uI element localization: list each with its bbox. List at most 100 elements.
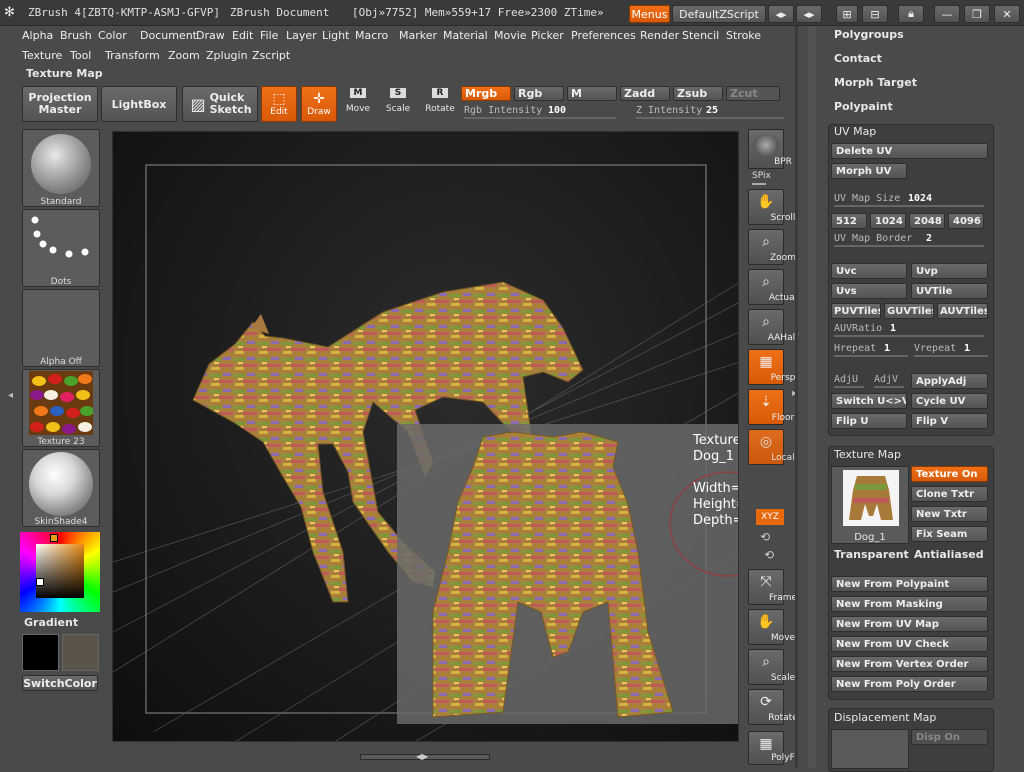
- subpalette-contact[interactable]: Contact: [834, 52, 882, 65]
- minimize-icon[interactable]: —: [934, 5, 960, 23]
- menu-macro[interactable]: Macro: [355, 29, 388, 42]
- texture-tile[interactable]: Texture 23: [22, 369, 100, 447]
- close-icon[interactable]: ✕: [994, 5, 1020, 23]
- menu-alpha[interactable]: Alpha: [22, 29, 53, 42]
- menu-stroke[interactable]: Stroke: [726, 29, 761, 42]
- bpr-button[interactable]: BPR: [748, 129, 792, 169]
- subpalette-polygroups[interactable]: Polygroups: [834, 28, 904, 41]
- switch-color-button[interactable]: SwitchColor: [22, 675, 98, 691]
- menus-button[interactable]: Menus: [629, 5, 670, 23]
- new-txtr-button[interactable]: New Txtr: [911, 506, 988, 522]
- disp-on-button[interactable]: Disp On: [911, 729, 988, 745]
- persp-button[interactable]: ▦ Persp: [748, 349, 795, 385]
- uv-size-4096-button[interactable]: 4096: [948, 213, 984, 229]
- m-button[interactable]: M: [567, 86, 617, 101]
- transparent-toggle[interactable]: Transparent: [834, 548, 909, 561]
- menu-color[interactable]: Color: [98, 29, 127, 42]
- menu-preferences[interactable]: Preferences: [571, 29, 636, 42]
- material-tile[interactable]: SkinShade4: [22, 449, 100, 527]
- flip-u-button[interactable]: Flip U: [831, 413, 907, 429]
- menu-tool[interactable]: Tool: [70, 49, 91, 62]
- adju-slider[interactable]: AdjU: [834, 374, 866, 388]
- zoom-button[interactable]: ⌕ Zoom: [748, 229, 796, 265]
- applyadj-button[interactable]: ApplyAdj: [911, 373, 988, 389]
- rotate-y-icon[interactable]: ⟲: [760, 530, 770, 544]
- delete-uv-button[interactable]: Delete UV: [831, 143, 988, 159]
- guvtiles-button[interactable]: GUVTiles: [884, 303, 934, 319]
- menu-material[interactable]: Material: [443, 29, 488, 42]
- secondary-color-swatch[interactable]: [62, 634, 99, 671]
- layout-icon[interactable]: ⊞: [836, 5, 858, 23]
- new-from-polypaint-button[interactable]: New From Polypaint: [831, 576, 988, 592]
- xyz-button[interactable]: XYZ: [756, 509, 784, 525]
- color-picker-square[interactable]: [36, 544, 84, 598]
- left-collapse-arrow-icon[interactable]: ◂: [8, 390, 14, 404]
- rgb-button[interactable]: Rgb: [514, 86, 564, 101]
- new-from-poly-order-button[interactable]: New From Poly Order: [831, 676, 988, 692]
- rgb-intensity-slider[interactable]: Rgb Intensity 100: [464, 105, 616, 119]
- lock-icon[interactable]: 🔒︎: [898, 5, 924, 23]
- menu-file[interactable]: File: [260, 29, 278, 42]
- menu-texture[interactable]: Texture: [22, 49, 62, 62]
- scale-view-button[interactable]: ⌕ Scale: [748, 649, 795, 685]
- zcut-button[interactable]: Zcut: [726, 86, 780, 101]
- rotate-z-icon[interactable]: ⟲: [764, 548, 774, 562]
- texture-thumbnail[interactable]: Dog_1: [831, 466, 909, 544]
- new-from-masking-button[interactable]: New From Masking: [831, 596, 988, 612]
- uv-map-size-slider[interactable]: UV Map Size 1024: [834, 193, 984, 207]
- uvp-button[interactable]: Uvp: [911, 263, 988, 279]
- displacement-thumbnail[interactable]: [831, 729, 909, 769]
- uv-map-border-slider[interactable]: UV Map Border 2: [834, 233, 984, 247]
- menu-stencil[interactable]: Stencil: [682, 29, 719, 42]
- rotate-button[interactable]: R Rotate: [422, 88, 458, 122]
- subpalette-morph-target[interactable]: Morph Target: [834, 76, 917, 89]
- hrepeat-slider[interactable]: Hrepeat 1: [834, 343, 908, 357]
- menu-picker[interactable]: Picker: [531, 29, 564, 42]
- menu-zscript[interactable]: Zscript: [252, 49, 290, 62]
- fix-seam-button[interactable]: Fix Seam: [911, 526, 988, 542]
- cycle-uv-button[interactable]: Cycle UV: [911, 393, 988, 409]
- z-intensity-slider[interactable]: Z Intensity 25: [636, 105, 784, 119]
- scroll-left-icon[interactable]: ◂▸: [768, 5, 794, 23]
- uv-size-1024-button[interactable]: 1024: [870, 213, 906, 229]
- menu-document[interactable]: Document: [140, 29, 197, 42]
- new-from-uv-check-button[interactable]: New From UV Check: [831, 636, 988, 652]
- move-view-button[interactable]: ✋ Move: [748, 609, 795, 645]
- local-button[interactable]: ◎ Local: [748, 429, 795, 465]
- menu-movie[interactable]: Movie: [494, 29, 527, 42]
- switch-uv-button[interactable]: Switch U<>V: [831, 393, 907, 409]
- menu-layer[interactable]: Layer: [286, 29, 317, 42]
- scroll-right-icon[interactable]: ◂▸: [796, 5, 822, 23]
- menu-edit[interactable]: Edit: [232, 29, 253, 42]
- move-button[interactable]: M Move: [342, 88, 374, 122]
- new-from-uv-map-button[interactable]: New From UV Map: [831, 616, 988, 632]
- scroll-button[interactable]: ✋ Scroll: [748, 189, 795, 225]
- uvtile-button[interactable]: UVTile: [911, 283, 988, 299]
- scroll-arrows-icon[interactable]: ◀▶: [416, 752, 428, 761]
- quick-sketch-button[interactable]: ▨ Quick Sketch: [182, 86, 258, 122]
- scale-button[interactable]: S Scale: [382, 88, 414, 122]
- antialiased-toggle[interactable]: Antialiased: [914, 548, 984, 561]
- edit-button[interactable]: ⬚ Edit: [261, 86, 297, 122]
- maximize-icon[interactable]: ❐: [964, 5, 990, 23]
- vrepeat-slider[interactable]: Vrepeat 1: [914, 343, 988, 357]
- color-picker[interactable]: [20, 532, 100, 612]
- zadd-button[interactable]: Zadd: [620, 86, 670, 101]
- subpalette-polypaint[interactable]: Polypaint: [834, 100, 893, 113]
- menu-transform[interactable]: Transform: [105, 49, 160, 62]
- uvc-button[interactable]: Uvc: [831, 263, 907, 279]
- projection-master-button[interactable]: Projection Master: [22, 86, 98, 122]
- morph-uv-button[interactable]: Morph UV: [831, 163, 907, 179]
- menu-render[interactable]: Render: [640, 29, 679, 42]
- zsub-button[interactable]: Zsub: [673, 86, 723, 101]
- lightbox-button[interactable]: LightBox: [101, 86, 177, 122]
- default-zscript-button[interactable]: DefaultZScript: [672, 5, 766, 23]
- alpha-tile[interactable]: Alpha Off: [22, 289, 100, 367]
- draw-button[interactable]: ✛ Draw: [301, 86, 337, 122]
- menu-draw[interactable]: Draw: [196, 29, 225, 42]
- new-from-vertex-order-button[interactable]: New From Vertex Order: [831, 656, 988, 672]
- flip-v-button[interactable]: Flip V: [911, 413, 988, 429]
- layout2-icon[interactable]: ⊟: [862, 5, 888, 23]
- rotate-view-button[interactable]: ⟳ Rotate: [748, 689, 798, 725]
- menu-brush[interactable]: Brush: [60, 29, 92, 42]
